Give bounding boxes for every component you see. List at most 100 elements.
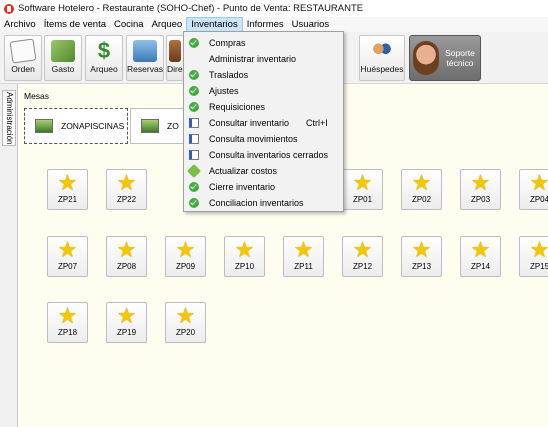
zone-tab-zonapiscinas[interactable]: ZONAPISCINAS — [24, 108, 128, 144]
menu-item-conciliacion-inventarios[interactable]: Conciliacion inventarios — [184, 195, 343, 211]
table-code: ZP13 — [411, 262, 432, 271]
gasto-label: Gasto — [51, 64, 75, 74]
table-tile[interactable]: ★ ZP11 — [283, 236, 324, 277]
tag-icon — [186, 163, 202, 179]
menu-archivo[interactable]: Archivo — [0, 17, 40, 32]
table-tile[interactable]: ★ ZP14 — [460, 236, 501, 277]
menu-item-administrar-inventario[interactable]: Administrar inventario — [184, 51, 343, 67]
table-code: ZP11 — [294, 262, 313, 271]
menu-item-actualizar-costos[interactable]: Actualizar costos — [184, 163, 343, 179]
document-icon — [189, 150, 199, 160]
reservas-button[interactable]: Reservas — [126, 35, 164, 81]
mesas-label: Mesas — [24, 91, 50, 101]
landscape-icon — [35, 119, 53, 133]
check-icon — [189, 70, 199, 80]
support-agent-icon — [413, 41, 439, 75]
table-code: ZP20 — [175, 328, 196, 337]
star-icon: ★ — [57, 170, 78, 195]
title-bar: Software Hotelero - Restaurante (SOHO-Ch… — [0, 0, 548, 17]
check-icon — [189, 86, 199, 96]
table-tile[interactable]: ★ ZP10 — [224, 236, 265, 277]
check-icon — [189, 182, 199, 192]
star-icon: ★ — [470, 237, 491, 262]
check-icon — [189, 102, 199, 112]
menu-cocina[interactable]: Cocina — [110, 17, 148, 32]
table-code: ZP03 — [470, 195, 491, 204]
table-tile[interactable]: ★ ZP09 — [165, 236, 206, 277]
menu-item-cierre-inventario[interactable]: Cierre inventario — [184, 179, 343, 195]
tab-administracion[interactable]: Administración — [2, 90, 16, 146]
menu-item-consultar-inventario[interactable]: Consultar inventario Ctrl+I — [184, 115, 343, 131]
table-tile[interactable]: ★ ZP18 — [47, 302, 88, 343]
table-tile[interactable]: ★ ZP04 — [519, 169, 548, 210]
star-icon: ★ — [116, 237, 137, 262]
sidebar: Administración — [0, 84, 18, 427]
table-tile[interactable]: ★ ZP02 — [401, 169, 442, 210]
zone-tab-second[interactable]: ZO — [130, 108, 186, 144]
document-icon — [189, 134, 199, 144]
table-tile[interactable]: ★ ZP13 — [401, 236, 442, 277]
table-tile[interactable]: ★ ZP07 — [47, 236, 88, 277]
table-tile[interactable]: ★ ZP12 — [342, 236, 383, 277]
star-icon: ★ — [293, 237, 314, 262]
menu-item-traslados[interactable]: Traslados — [184, 67, 343, 83]
star-icon: ★ — [352, 170, 373, 195]
table-code: ZP04 — [529, 195, 548, 204]
star-icon: ★ — [175, 237, 196, 262]
star-icon: ★ — [529, 170, 548, 195]
table-tile[interactable]: ★ ZP22 — [106, 169, 147, 210]
star-icon: ★ — [116, 170, 137, 195]
huespedes-label: Huéspedes — [360, 64, 404, 74]
menu-item-consulta-movimientos[interactable]: Consulta movimientos — [184, 131, 343, 147]
orden-button[interactable]: Orden — [4, 35, 42, 81]
table-tile[interactable]: ★ ZP21 — [47, 169, 88, 210]
table-code: ZP12 — [352, 262, 373, 271]
arqueo-label: Arqueo — [90, 64, 118, 74]
table-code: ZP19 — [116, 328, 137, 337]
table-code: ZP21 — [57, 195, 78, 204]
table-tile[interactable]: ★ ZP15 — [519, 236, 548, 277]
menu-informes[interactable]: Informes — [243, 17, 288, 32]
table-tile[interactable]: ★ ZP19 — [106, 302, 147, 343]
table-code: ZP14 — [470, 262, 491, 271]
calendar-check-icon — [133, 40, 157, 62]
menu-inventarios[interactable]: Inventarios — [186, 17, 243, 32]
table-tile[interactable]: ★ ZP03 — [460, 169, 501, 210]
table-code: ZP09 — [175, 262, 196, 271]
star-icon: ★ — [352, 237, 373, 262]
menu-arqueo[interactable]: Arqueo — [148, 17, 187, 32]
table-code: ZP07 — [57, 262, 78, 271]
zone-label: ZONAPISCINAS — [61, 121, 125, 131]
table-code: ZP08 — [116, 262, 137, 271]
table-code: ZP10 — [234, 262, 255, 271]
star-icon: ★ — [57, 303, 78, 328]
inventarios-dropdown: Compras Administrar inventario Traslados… — [183, 31, 344, 212]
guests-icon — [370, 40, 394, 62]
directorio-label: Direc — [167, 64, 183, 74]
star-icon: ★ — [411, 237, 432, 262]
menu-item-ajustes[interactable]: Ajustes — [184, 83, 343, 99]
menu-items-de-venta[interactable]: Ítems de venta — [40, 17, 110, 32]
gasto-button[interactable]: Gasto — [44, 35, 82, 81]
soporte-tecnico-button[interactable]: Soporte técnico — [409, 35, 481, 81]
menu-item-requisiciones[interactable]: Requisiciones — [184, 99, 343, 115]
menu-usuarios[interactable]: Usuarios — [288, 17, 334, 32]
table-code: ZP18 — [57, 328, 78, 337]
arqueo-button[interactable]: $ Arqueo — [85, 35, 123, 81]
soporte-label: Soporte técnico — [445, 48, 475, 68]
directorio-button[interactable]: Direc — [166, 35, 184, 81]
menu-item-compras[interactable]: Compras — [184, 35, 343, 51]
table-code: ZP01 — [352, 195, 373, 204]
app-logo-icon — [4, 3, 14, 14]
star-icon: ★ — [116, 303, 137, 328]
menu-item-consulta-inventarios-cerrados[interactable]: Consulta inventarios cerrados — [184, 147, 343, 163]
zone-label: ZO — [167, 121, 179, 131]
star-icon: ★ — [470, 170, 491, 195]
directory-icon — [169, 40, 181, 62]
huespedes-button[interactable]: Huéspedes — [359, 35, 405, 81]
table-tile[interactable]: ★ ZP01 — [342, 169, 383, 210]
star-icon: ★ — [57, 237, 78, 262]
table-tile[interactable]: ★ ZP08 — [106, 236, 147, 277]
check-icon — [189, 38, 199, 48]
table-tile[interactable]: ★ ZP20 — [165, 302, 206, 343]
